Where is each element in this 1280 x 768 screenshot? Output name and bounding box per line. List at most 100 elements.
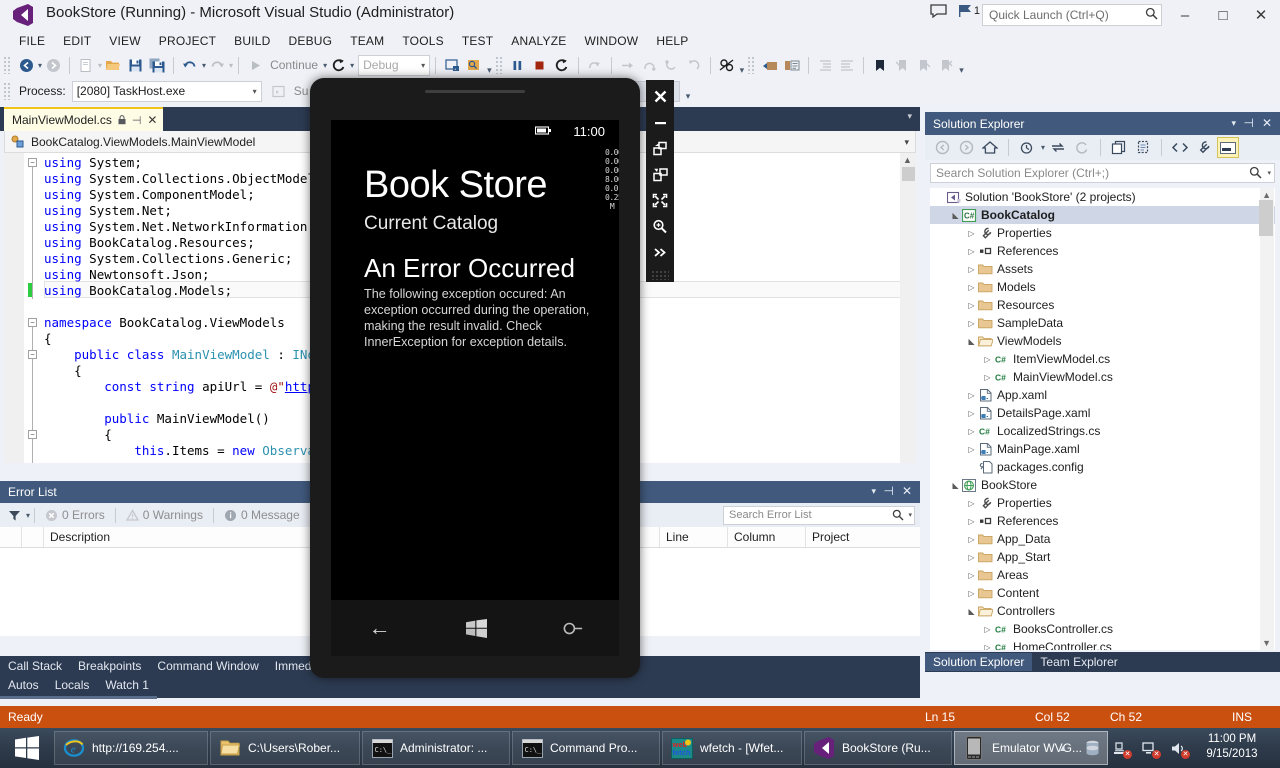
chevron-right-icon[interactable]: ▷: [966, 517, 977, 526]
windows-start-icon[interactable]: [4, 730, 50, 766]
show-all-files-icon[interactable]: [1132, 137, 1154, 158]
chevron-right-icon[interactable]: ▷: [966, 409, 977, 418]
window-maximize-button[interactable]: □: [1204, 0, 1242, 30]
chevron-right-icon[interactable]: ▷: [966, 229, 977, 238]
drag-grip-icon[interactable]: [651, 270, 669, 280]
chevron-down-icon[interactable]: ▾: [350, 61, 354, 70]
tree-item-packages-config[interactable]: packages.config: [930, 458, 1275, 476]
chevron-right-icon[interactable]: ▷: [966, 319, 977, 328]
toolbar-grip[interactable]: [3, 56, 12, 74]
tree-item-app-data[interactable]: ▷App_Data: [930, 530, 1275, 548]
navigate-back-button[interactable]: [15, 54, 37, 76]
outlining-collapse-namespace[interactable]: −: [28, 318, 37, 327]
chevron-right-icon[interactable]: ▷: [982, 355, 993, 364]
tree-item-sampledata[interactable]: ▷SampleData: [930, 314, 1275, 332]
error-list-search-input[interactable]: Search Error List: [723, 506, 915, 525]
column-header-number[interactable]: [22, 527, 44, 547]
menu-edit[interactable]: EDIT: [54, 32, 100, 50]
tree-item-localizedstrings-cs[interactable]: ▷C#LocalizedStrings.cs: [930, 422, 1275, 440]
continue-button[interactable]: Continue: [266, 58, 322, 72]
back-icon[interactable]: ←: [369, 615, 391, 641]
scroll-up-icon[interactable]: ▲: [1262, 190, 1271, 200]
filter-icon[interactable]: [8, 509, 21, 522]
menu-tools[interactable]: TOOLS: [393, 32, 452, 50]
comment-icon[interactable]: [759, 54, 781, 76]
tree-item-viewmodels[interactable]: ◢ViewModels: [930, 332, 1275, 350]
chevron-right-icon[interactable]: ▷: [966, 499, 977, 508]
taskbar-item-explorer[interactable]: C:\Users\Rober...: [210, 731, 360, 765]
chevron-down-icon[interactable]: ▾: [1041, 143, 1045, 152]
scroll-down-icon[interactable]: ▼: [1262, 638, 1271, 648]
fit-to-screen-icon[interactable]: [648, 190, 672, 210]
code-text[interactable]: using System; using System.Collections.O…: [44, 155, 330, 459]
pin-icon[interactable]: ⊣: [1244, 116, 1254, 130]
chevron-right-icon[interactable]: ▷: [982, 373, 993, 382]
window-minimize-button[interactable]: –: [1166, 0, 1204, 30]
tree-item-assets[interactable]: ▷Assets: [930, 260, 1275, 278]
sql-server-icon[interactable]: [1083, 739, 1101, 757]
tree-item-properties[interactable]: ▷Properties: [930, 494, 1275, 512]
preview-selected-items-icon[interactable]: [1217, 137, 1239, 158]
pin-icon[interactable]: ⊣: [132, 114, 142, 127]
chevron-down-icon[interactable]: ▾: [908, 511, 912, 519]
view-code-icon[interactable]: [1169, 137, 1191, 158]
column-header-line[interactable]: Line: [660, 527, 728, 547]
column-header-project[interactable]: Project: [806, 527, 920, 547]
quick-launch-input[interactable]: Quick Launch (Ctrl+Q): [982, 4, 1162, 26]
tree-item-content[interactable]: ▷Content: [930, 584, 1275, 602]
close-icon[interactable]: ✕: [147, 113, 157, 127]
tab-autos[interactable]: Autos: [0, 676, 47, 699]
menu-view[interactable]: VIEW: [100, 32, 149, 50]
restart-debug-icon[interactable]: [551, 54, 573, 76]
chevron-down-icon[interactable]: ◢: [966, 607, 977, 616]
chevron-right-icon[interactable]: ▷: [966, 301, 977, 310]
chevron-right-icon[interactable]: ▷: [966, 445, 977, 454]
outlining-collapse-class[interactable]: −: [28, 350, 37, 359]
toolbar-grip[interactable]: [495, 56, 504, 74]
find-icon[interactable]: [463, 54, 485, 76]
zoom-icon[interactable]: [648, 216, 672, 236]
message-count[interactable]: 0 Message: [218, 508, 306, 522]
tab-breakpoints[interactable]: Breakpoints: [70, 657, 149, 675]
taskbar-item-visual-studio[interactable]: BookStore (Ru...: [804, 731, 952, 765]
home-icon[interactable]: [979, 137, 1001, 158]
volume-muted-icon[interactable]: ✕: [1170, 739, 1188, 757]
column-header-column[interactable]: Column: [728, 527, 806, 547]
tree-item-controllers[interactable]: ◢Controllers: [930, 602, 1275, 620]
search-icon[interactable]: [558, 615, 585, 642]
search-icon[interactable]: [892, 509, 904, 521]
error-count[interactable]: 0 Errors: [39, 508, 111, 522]
chevron-right-icon[interactable]: ▷: [966, 571, 977, 580]
collapse-all-icon[interactable]: [1108, 137, 1130, 158]
solution-tree[interactable]: Solution 'BookStore' (2 projects)◢C#Book…: [930, 188, 1275, 650]
windows-logo-icon[interactable]: [466, 619, 487, 638]
chevron-right-icon[interactable]: ▷: [966, 391, 977, 400]
speech-bubble-icon[interactable]: [930, 4, 947, 18]
tree-item-detailspage-xaml[interactable]: ▷DetailsPage.xaml: [930, 404, 1275, 422]
taskbar-item-command-prompt[interactable]: C:\_ Command Pro...: [512, 731, 660, 765]
chevron-down-icon[interactable]: ▾: [1231, 118, 1236, 129]
network-monitor-icon[interactable]: ✕: [1141, 739, 1159, 757]
tree-item-references[interactable]: ▷References: [930, 512, 1275, 530]
break-all-icon[interactable]: [507, 54, 529, 76]
tree-item-models[interactable]: ▷Models: [930, 278, 1275, 296]
editor-vertical-scrollbar[interactable]: [900, 153, 916, 463]
tree-item-bookscontroller-cs[interactable]: ▷C#BooksController.cs: [930, 620, 1275, 638]
chevron-right-icon[interactable]: ▷: [966, 283, 977, 292]
menu-analyze[interactable]: ANALYZE: [502, 32, 575, 50]
tab-call-stack[interactable]: Call Stack: [0, 657, 70, 675]
chevron-right-icon[interactable]: ▷: [982, 643, 993, 651]
chevron-down-icon[interactable]: ▾: [907, 111, 912, 122]
tree-item-itemviewmodel-cs[interactable]: ▷C#ItemViewModel.cs: [930, 350, 1275, 368]
outlining-collapse-ctor[interactable]: −: [28, 430, 37, 439]
pin-icon[interactable]: ⊣: [884, 484, 894, 498]
close-icon[interactable]: ✕: [1262, 116, 1272, 130]
process-combo[interactable]: [2080] TaskHost.exe ▾: [72, 81, 262, 102]
restart-icon[interactable]: [327, 54, 349, 76]
network-error-icon[interactable]: ✕: [1112, 739, 1130, 757]
bookmark-icon[interactable]: [869, 54, 891, 76]
open-folder-icon[interactable]: [102, 54, 124, 76]
search-icon[interactable]: [1249, 166, 1262, 179]
phone-screen[interactable]: 11:00 Book Store Current Catalog An Erro…: [331, 120, 619, 600]
tab-watch-1[interactable]: Watch 1: [97, 676, 157, 699]
